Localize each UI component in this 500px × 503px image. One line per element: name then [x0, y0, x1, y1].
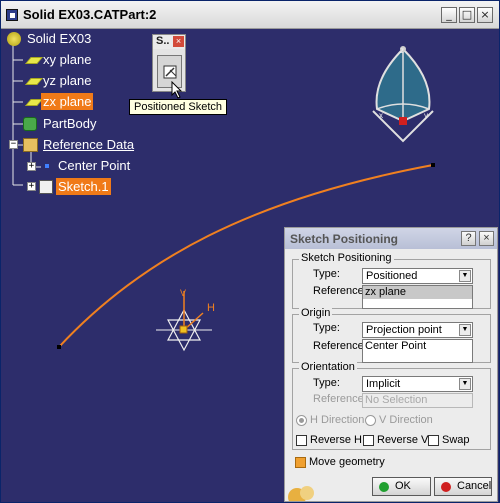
point-icon — [45, 164, 49, 168]
reverse-h-label: Reverse H — [310, 434, 362, 446]
ok-icon — [379, 482, 389, 492]
part-icon — [7, 32, 21, 46]
dialog-close-button[interactable]: × — [479, 231, 494, 246]
compass-x-label: x — [379, 111, 383, 120]
swap-checkbox[interactable] — [428, 435, 439, 446]
sketch-icon — [39, 180, 53, 194]
tree-root-label: Solid EX03 — [27, 31, 92, 46]
tree-root[interactable]: Solid EX03 — [7, 30, 117, 48]
reference-label: Reference: — [313, 340, 367, 352]
reverse-v-label: Reverse V — [377, 434, 429, 446]
origin-reference-field[interactable]: Center Point — [362, 339, 473, 363]
dropdown-arrow-icon: ▼ — [459, 324, 471, 336]
catia-window: Solid EX03.CATPart:2 _ □ × V H z x y Sol… — [0, 0, 500, 503]
tree-item-yz-plane[interactable]: yz plane — [25, 72, 105, 90]
cancel-icon — [441, 482, 451, 492]
catia-logo-icon — [288, 486, 314, 501]
v-direction-radio[interactable] — [365, 415, 376, 426]
positioning-type-select[interactable]: Positioned ▼ — [362, 268, 473, 284]
sketch-v-label: V — [180, 288, 187, 298]
compass-y-label: y — [424, 111, 428, 120]
v-direction-label: V Direction — [379, 414, 433, 426]
sketch-positioning-dialog: Sketch Positioning ? × Sketch Positionin… — [284, 227, 498, 502]
tree-item-zx-plane[interactable]: zx plane — [25, 93, 105, 111]
dialog-title: Sketch Positioning — [290, 232, 399, 246]
type-label: Type: — [313, 268, 340, 280]
compass-z-label: z — [400, 46, 404, 55]
tree-item-label: Sketch.1 — [56, 178, 111, 195]
tree-item-center-point[interactable]: Center Point — [41, 157, 141, 175]
swap-label: Swap — [442, 434, 470, 446]
group-title: Orientation — [299, 361, 357, 373]
reverse-v-checkbox[interactable] — [363, 435, 374, 446]
sketch-axis-icon — [156, 291, 212, 352]
ok-button[interactable]: OK — [372, 477, 431, 496]
curve-end-point — [431, 163, 435, 167]
tree-item-label: Reference Data — [43, 137, 135, 152]
select-value: Projection point — [366, 324, 442, 336]
h-direction-label: H Direction — [310, 414, 365, 426]
window-title: Solid EX03.CATPart:2 — [23, 7, 157, 22]
sketch-toolbar-close-button[interactable]: × — [173, 36, 184, 47]
curve-start-point — [57, 345, 61, 349]
dialog-title-bar[interactable]: Sketch Positioning ? × — [285, 228, 497, 249]
tree-item-xy-plane[interactable]: xy plane — [25, 51, 105, 69]
tree-item-label: yz plane — [43, 73, 92, 88]
reference-label: Reference: — [313, 393, 367, 405]
reverse-h-checkbox[interactable] — [296, 435, 307, 446]
positioning-reference-field[interactable]: zx plane — [362, 285, 473, 309]
reference-data-icon — [23, 138, 38, 152]
cancel-button[interactable]: Cancel — [434, 477, 492, 496]
select-value: Implicit — [366, 378, 401, 390]
title-bar[interactable]: Solid EX03.CATPart:2 _ □ × — [1, 1, 499, 29]
cancel-label: Cancel — [457, 480, 492, 492]
close-button[interactable]: × — [477, 7, 493, 23]
tree-item-label: PartBody — [43, 116, 97, 131]
group-title: Origin — [299, 307, 333, 319]
tree-item-partbody[interactable]: PartBody — [23, 115, 113, 133]
move-geometry-label: Move geometry — [309, 456, 385, 468]
type-label: Type: — [313, 322, 340, 334]
move-geometry-checkbox[interactable] — [295, 457, 306, 468]
h-direction-radio[interactable] — [296, 415, 307, 426]
group-title: Sketch Positioning — [299, 252, 394, 264]
partbody-icon — [23, 117, 37, 131]
reference-label: Reference: — [313, 285, 367, 297]
tree-item-label: Center Point — [58, 158, 131, 173]
tree-item-sketch[interactable]: Sketch.1 — [39, 178, 119, 196]
type-label: Type: — [313, 377, 340, 389]
dropdown-arrow-icon: ▼ — [459, 378, 471, 390]
collapse-toggle[interactable]: − — [9, 140, 18, 149]
tree-item-reference-data[interactable]: Reference Data — [23, 136, 143, 154]
select-value: Positioned — [366, 270, 418, 282]
minimize-button[interactable]: _ — [441, 7, 457, 23]
orientation-type-select[interactable]: Implicit ▼ — [362, 376, 473, 392]
expand-toggle[interactable]: + — [27, 162, 36, 171]
field-value: Center Point — [365, 340, 427, 352]
tree-item-label: zx plane — [41, 93, 94, 110]
orientation-reference-field[interactable]: No Selection — [362, 393, 473, 408]
maximize-button[interactable]: □ — [459, 7, 475, 23]
field-value: No Selection — [365, 394, 428, 406]
ok-label: OK — [395, 480, 411, 492]
field-value: zx plane — [363, 286, 472, 299]
origin-type-select[interactable]: Projection point ▼ — [362, 322, 473, 338]
tooltip: Positioned Sketch — [129, 99, 228, 115]
app-icon — [6, 9, 18, 21]
compass-icon — [372, 46, 434, 143]
expand-toggle[interactable]: + — [27, 182, 36, 191]
dropdown-arrow-icon: ▼ — [459, 270, 471, 282]
tree-item-label: xy plane — [43, 52, 92, 67]
help-button[interactable]: ? — [461, 231, 476, 246]
sketch-h-label: H — [207, 302, 215, 314]
mouse-cursor-icon — [171, 81, 183, 99]
